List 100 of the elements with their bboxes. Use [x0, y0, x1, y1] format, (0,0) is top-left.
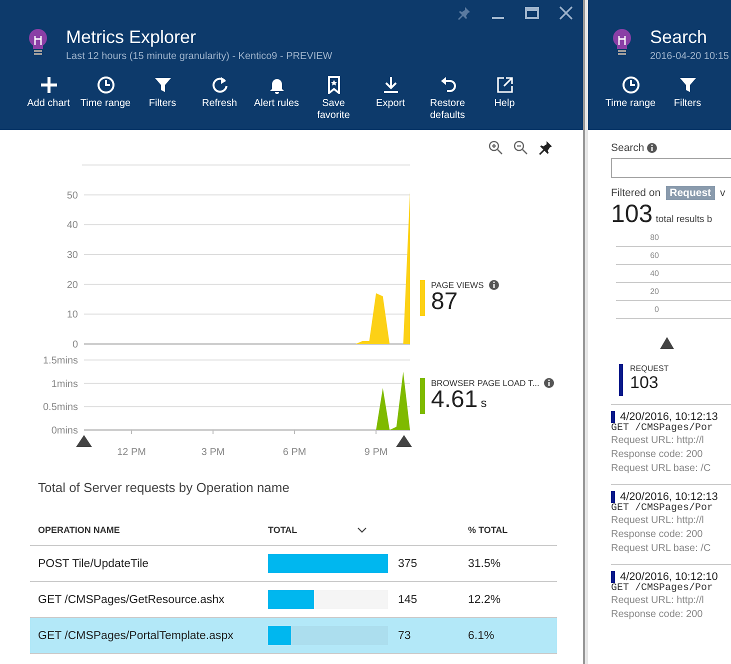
- axis-label: 1mins: [51, 378, 78, 390]
- table-row[interactable]: GET /CMSPages/PortalTemplate.aspx 73 6.1%: [30, 618, 557, 654]
- toolbar-button[interactable]: Add chart: [20, 76, 77, 122]
- sort-chevron-icon[interactable]: [357, 527, 368, 533]
- axis-label: 9 PM: [364, 447, 388, 458]
- result-time: 4/20/2016, 10:12:13: [620, 491, 718, 503]
- result-marker: [611, 571, 615, 583]
- refresh-icon: [210, 76, 228, 94]
- axis-label: 40: [66, 220, 78, 232]
- axis-label: 6 PM: [282, 447, 306, 458]
- plus-icon: [40, 76, 58, 94]
- result-request: GET /CMSPages/Por: [611, 583, 714, 594]
- column-header[interactable]: TOTAL: [268, 525, 298, 535]
- toolbar-button[interactable]: Filters: [134, 76, 191, 122]
- result-detail: Request URL: http://l: [611, 434, 705, 448]
- filter-icon: [678, 76, 696, 94]
- toolbar-button[interactable]: Export: [362, 76, 419, 122]
- axis-label: 0.5mins: [42, 402, 78, 414]
- info-icon[interactable]: [647, 143, 658, 153]
- axis-label: 20: [650, 287, 659, 296]
- legend-bar: [619, 364, 623, 396]
- axis-label: 0mins: [51, 426, 78, 436]
- search-field[interactable]: [611, 158, 731, 178]
- result-detail: Response code: 200: [611, 608, 704, 622]
- legend-unit: s: [480, 396, 487, 410]
- result-count-label: total results b: [656, 214, 712, 225]
- result-item[interactable]: 4/20/2016, 10:12:13 GET /CMSPages/Por Request URL: http://l Response code: 200 Request URL base: /C: [611, 484, 731, 556]
- toolbar-button[interactable]: Filters: [659, 76, 716, 110]
- table-cell: 145: [398, 594, 418, 606]
- result-request: GET /CMSPages/Por: [611, 423, 714, 434]
- pin-icon[interactable]: [538, 140, 553, 155]
- column-header[interactable]: % TOTAL: [468, 525, 548, 535]
- range-handle[interactable]: [660, 337, 674, 349]
- result-request: GET /CMSPages/Por: [611, 503, 714, 514]
- result-time: 4/20/2016, 10:12:13: [620, 411, 718, 423]
- toolbar-button[interactable]: Restore defaults: [419, 76, 476, 122]
- table-cell-text: GET /CMSPages/GetResource.ashx: [37, 594, 226, 606]
- axis-label: 12 PM: [117, 447, 146, 458]
- axis-label: 30: [66, 250, 78, 261]
- column-header[interactable]: OPERATION NAME: [30, 525, 268, 535]
- axis-label: 20: [66, 280, 78, 291]
- range-handle[interactable]: [76, 435, 92, 447]
- toolbar-button[interactable]: Save favorite: [305, 76, 362, 122]
- filter-icon: [154, 76, 172, 94]
- table-title: Total of Server requests by Operation name: [38, 480, 290, 495]
- result-marker: [611, 411, 615, 423]
- filter-text: v: [720, 187, 726, 199]
- zoom-out-icon[interactable]: [513, 140, 528, 155]
- field-label: Search: [611, 142, 644, 154]
- result-time: 4/20/2016, 10:12:10: [620, 571, 718, 583]
- result-detail: Request URL base: /C: [611, 462, 712, 476]
- toolbar-button[interactable]: Refresh: [191, 76, 248, 122]
- table-cell-text: 6.1%: [468, 630, 496, 642]
- clock-icon: [622, 76, 640, 94]
- table-cell-text: POST Tile/UpdateTile: [37, 558, 150, 570]
- legend-value: 103: [630, 373, 660, 393]
- result-detail: Response code: 200: [611, 528, 704, 542]
- toolbar-button[interactable]: Time range: [602, 76, 659, 110]
- download-icon: [382, 76, 400, 94]
- undo-icon: [438, 76, 456, 94]
- result-detail: Request URL: http://l: [611, 594, 705, 608]
- legend-label: PAGE VIEWS: [431, 280, 484, 290]
- window-subtitle: 2016-04-20 10:15: [650, 51, 729, 62]
- info-icon[interactable]: [544, 378, 554, 388]
- table-cell-text: 31.5%: [468, 558, 502, 570]
- toolbar-button[interactable]: Help: [476, 76, 533, 122]
- table-cell: 375: [398, 558, 418, 570]
- toolbar-button[interactable]: Time range: [77, 76, 134, 122]
- close-icon[interactable]: [559, 6, 573, 20]
- range-handle[interactable]: [396, 435, 412, 447]
- result-marker: [611, 491, 615, 503]
- filter-label: Filtered on: [611, 187, 661, 199]
- zoom-in-icon[interactable]: [488, 140, 503, 155]
- axis-label: 1.5mins: [42, 356, 78, 366]
- window-title: Search: [650, 26, 708, 48]
- maximize-icon[interactable]: [525, 6, 539, 20]
- legend-label: REQUEST: [630, 364, 669, 373]
- result-detail: Request URL base: /C: [611, 542, 712, 556]
- axis-label: 3 PM: [201, 447, 225, 458]
- axis-label: 80: [650, 233, 659, 242]
- axis-label: 0: [654, 305, 659, 314]
- result-item[interactable]: 4/20/2016, 10:12:10 GET /CMSPages/Por Request URL: http://l Response code: 200: [611, 564, 731, 622]
- table-cell: 73: [398, 630, 411, 642]
- result-item[interactable]: 4/20/2016, 10:12:13 GET /CMSPages/Por Request URL: http://l Response code: 200 Request URL base: /C: [611, 404, 731, 476]
- external-link-icon: [496, 76, 514, 94]
- legend-value: 87: [431, 288, 458, 315]
- axis-label: 40: [650, 269, 659, 278]
- axis-label: 60: [650, 251, 659, 260]
- lightbulb-icon: [28, 28, 48, 58]
- toolbar-button[interactable]: Alert rules: [248, 76, 305, 122]
- axis-label: 0: [72, 340, 78, 348]
- info-icon[interactable]: [488, 280, 499, 290]
- bell-icon: [268, 76, 286, 94]
- table-cell-text: GET /CMSPages/PortalTemplate.aspx: [37, 630, 234, 642]
- result-count: 103: [611, 200, 653, 229]
- result-detail: Response code: 200: [611, 448, 704, 462]
- table-row[interactable]: POST Tile/UpdateTile 375 31.5%: [30, 546, 557, 582]
- legend-value: 4.61: [431, 386, 478, 413]
- window-title: Metrics Explorer: [66, 26, 198, 48]
- clock-icon: [96, 76, 114, 94]
